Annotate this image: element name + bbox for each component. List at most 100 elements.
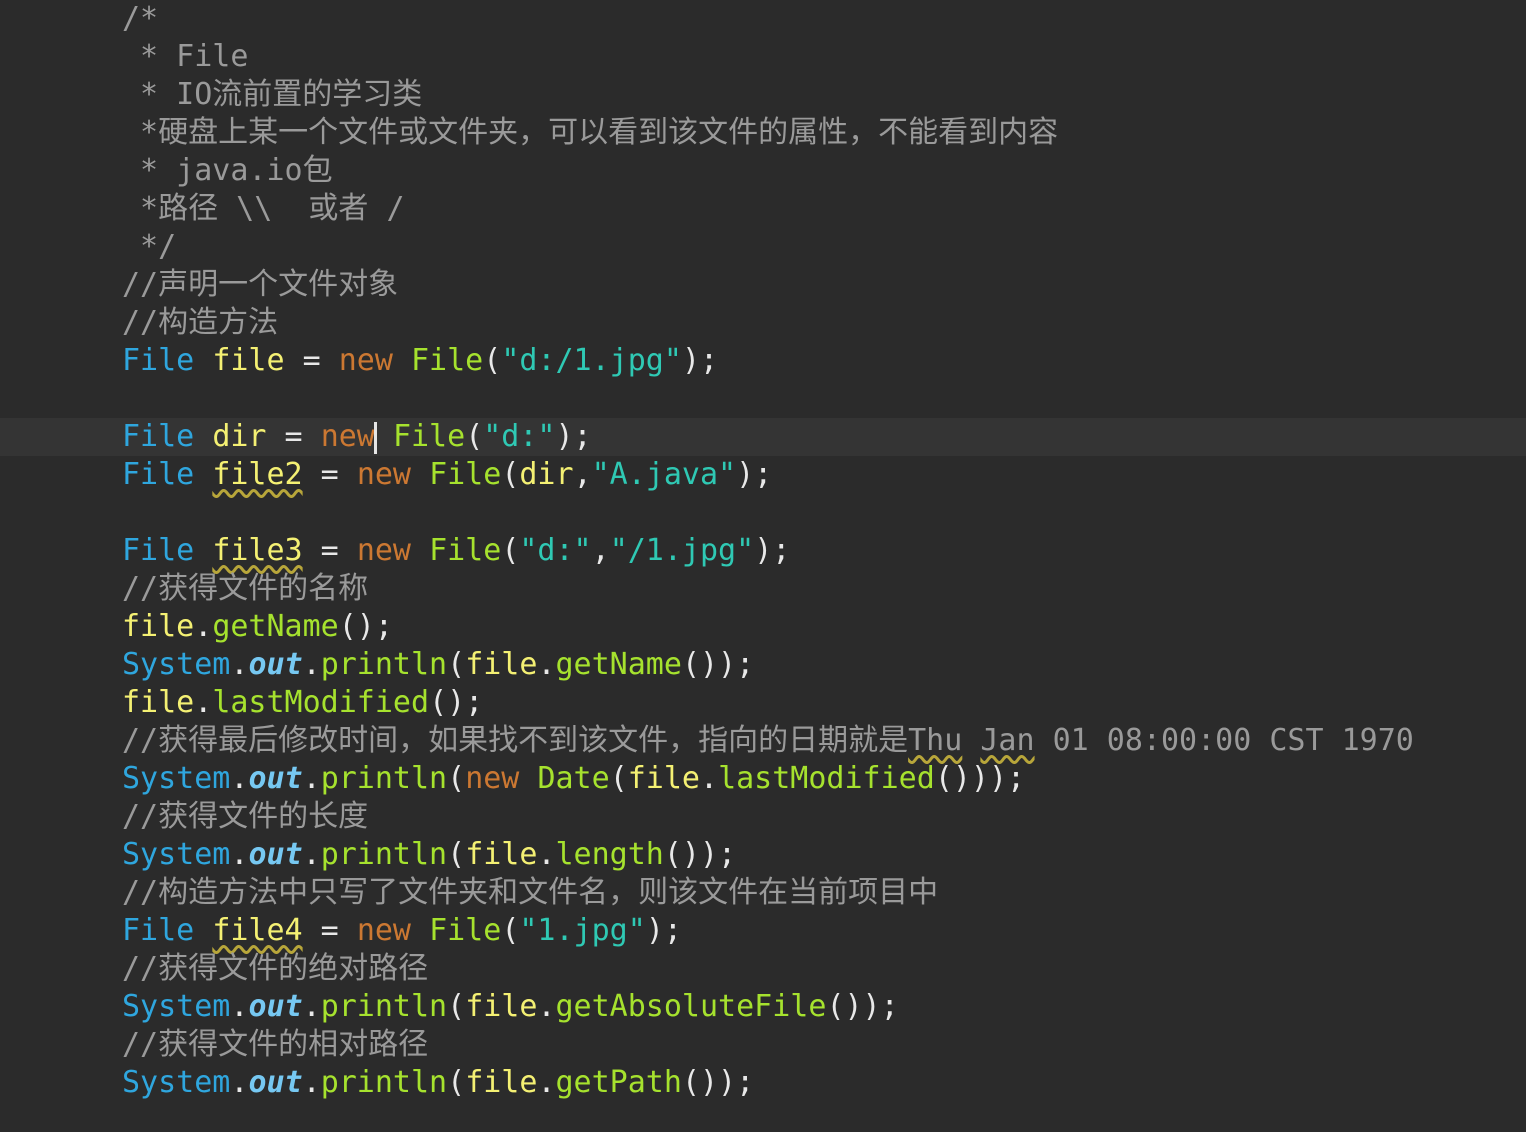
code-token-string: "/1.jpg" [609, 533, 755, 568]
code-token-method: println [320, 1065, 448, 1100]
code-line[interactable]: File file3 = new File("d:","/1.jpg"); [0, 532, 1526, 570]
code-line[interactable]: System.out.println(new Date(file.lastMod… [0, 760, 1526, 798]
code-token-var: dir [212, 419, 267, 454]
code-token-punct: . [230, 761, 249, 796]
code-token-string: "1.jpg" [519, 913, 646, 948]
code-token-comment: 01 08:00:00 CST 1970 [1034, 723, 1414, 758]
code-line[interactable]: File file2 = new File(dir,"A.java"); [0, 456, 1526, 494]
code-token-punct: . [302, 761, 321, 796]
code-token-method: getName [212, 609, 339, 644]
code-line[interactable]: * java.io包 [0, 152, 1526, 190]
code-token-punct: ( [447, 761, 466, 796]
code-line[interactable]: file.lastModified(); [0, 684, 1526, 722]
code-token-punct: = [284, 343, 339, 378]
code-token-punct: ()); [826, 989, 899, 1024]
code-token-type: File [122, 419, 195, 454]
code-line[interactable]: *路径 \\ 或者 / [0, 190, 1526, 228]
code-token-punct: . [537, 647, 556, 682]
code-token-var: file [465, 837, 538, 872]
code-token-string: "d:" [483, 419, 556, 454]
code-token-field: out [248, 1065, 303, 1100]
code-line[interactable]: File dir = new File("d:"); [0, 418, 1526, 456]
code-token-punct: ()); [681, 1065, 755, 1100]
code-token-comment: */ [122, 229, 177, 264]
code-token-keyword: new [356, 457, 411, 492]
code-token-comment: *路径 \\ 或者 / [122, 191, 405, 226]
code-token-comment: Thu [908, 723, 963, 758]
code-line[interactable]: * IO流前置的学习类 [0, 76, 1526, 114]
code-token-keyword: new [356, 533, 411, 568]
code-token-punct: . [302, 647, 321, 682]
code-token-punct: = [266, 419, 321, 454]
code-token-var: file4 [212, 913, 303, 948]
code-line[interactable]: System.out.println(file.getPath()); [0, 1064, 1526, 1102]
code-token-punct: ( [465, 419, 484, 454]
code-line[interactable]: System.out.println(file.getAbsoluteFile(… [0, 988, 1526, 1026]
code-token-keyword: new [338, 343, 393, 378]
code-token-type: System [122, 1065, 231, 1100]
code-token-comment: Jan [980, 723, 1035, 758]
code-line[interactable]: //获得文件的相对路径 [0, 1026, 1526, 1064]
code-token-string: "A.java" [591, 457, 737, 492]
code-token-field: out [248, 837, 303, 872]
code-line[interactable]: //获得文件的名称 [0, 570, 1526, 608]
code-line[interactable]: //构造方法 [0, 304, 1526, 342]
code-line[interactable] [0, 494, 1526, 532]
code-token-var: file2 [212, 457, 303, 492]
code-token-type: System [122, 989, 231, 1024]
code-token-punct: . [230, 1065, 249, 1100]
code-token-punct: . [537, 1065, 556, 1100]
code-line[interactable]: System.out.println(file.length()); [0, 836, 1526, 874]
code-token-method: lastModified [718, 761, 935, 796]
code-token-field: out [248, 761, 303, 796]
code-token-punct: . [537, 989, 556, 1024]
code-token-comment: //获得文件的长度 [122, 799, 369, 834]
code-line[interactable]: //获得文件的绝对路径 [0, 950, 1526, 988]
code-token-var: file [122, 685, 195, 720]
code-token-punct: . [194, 609, 213, 644]
code-token-comment: //获得文件的绝对路径 [122, 951, 429, 986]
code-token-method: File [429, 457, 502, 492]
code-line[interactable]: System.out.println(file.getName()); [0, 646, 1526, 684]
code-token-method: println [320, 761, 448, 796]
code-line[interactable]: //获得文件的长度 [0, 798, 1526, 836]
code-token-punct: = [302, 457, 357, 492]
code-token-punct: . [302, 989, 321, 1024]
code-line[interactable]: //获得最后修改时间，如果找不到该文件，指向的日期就是Thu Jan 01 08… [0, 722, 1526, 760]
code-token-field: out [248, 647, 303, 682]
code-token-var: file3 [212, 533, 303, 568]
code-line[interactable]: File file4 = new File("1.jpg"); [0, 912, 1526, 950]
code-token-punct: ( [447, 837, 466, 872]
code-token-punct: ( [447, 1065, 466, 1100]
code-token-type: File [122, 343, 195, 378]
code-token-method: println [320, 837, 448, 872]
code-line[interactable]: /* [0, 0, 1526, 38]
code-token-comment: //获得文件的名称 [122, 571, 369, 606]
code-line[interactable]: */ [0, 228, 1526, 266]
code-token-method: println [320, 647, 448, 682]
code-token-comment: /* [122, 1, 159, 36]
code-line[interactable]: file.getName(); [0, 608, 1526, 646]
code-token-punct: = [302, 533, 357, 568]
code-token-method: getName [555, 647, 682, 682]
code-token-method: getAbsoluteFile [555, 989, 827, 1024]
code-line[interactable]: File file = new File("d:/1.jpg"); [0, 342, 1526, 380]
code-editor[interactable]: /* * File * IO流前置的学习类 *硬盘上某一个文件或文件夹，可以看到… [0, 0, 1526, 1132]
code-token-punct: ); [555, 419, 592, 454]
code-line[interactable]: *硬盘上某一个文件或文件夹，可以看到该文件的属性，不能看到内容 [0, 114, 1526, 152]
code-token-punct: . [302, 1065, 321, 1100]
code-line[interactable]: //声明一个文件对象 [0, 266, 1526, 304]
code-line[interactable]: * File [0, 38, 1526, 76]
code-token-method: println [320, 989, 448, 1024]
code-token-comment: * IO流前置的学习类 [122, 77, 423, 112]
code-token-punct: . [230, 647, 249, 682]
code-line[interactable] [0, 380, 1526, 418]
code-token-punct: . [230, 837, 249, 872]
code-token-punct: ()); [663, 837, 737, 872]
code-line[interactable]: //构造方法中只写了文件夹和文件名，则该文件在当前项目中 [0, 874, 1526, 912]
code-token-punct: ( [609, 761, 628, 796]
code-token-method: File [429, 913, 502, 948]
code-token-punct: . [700, 761, 719, 796]
